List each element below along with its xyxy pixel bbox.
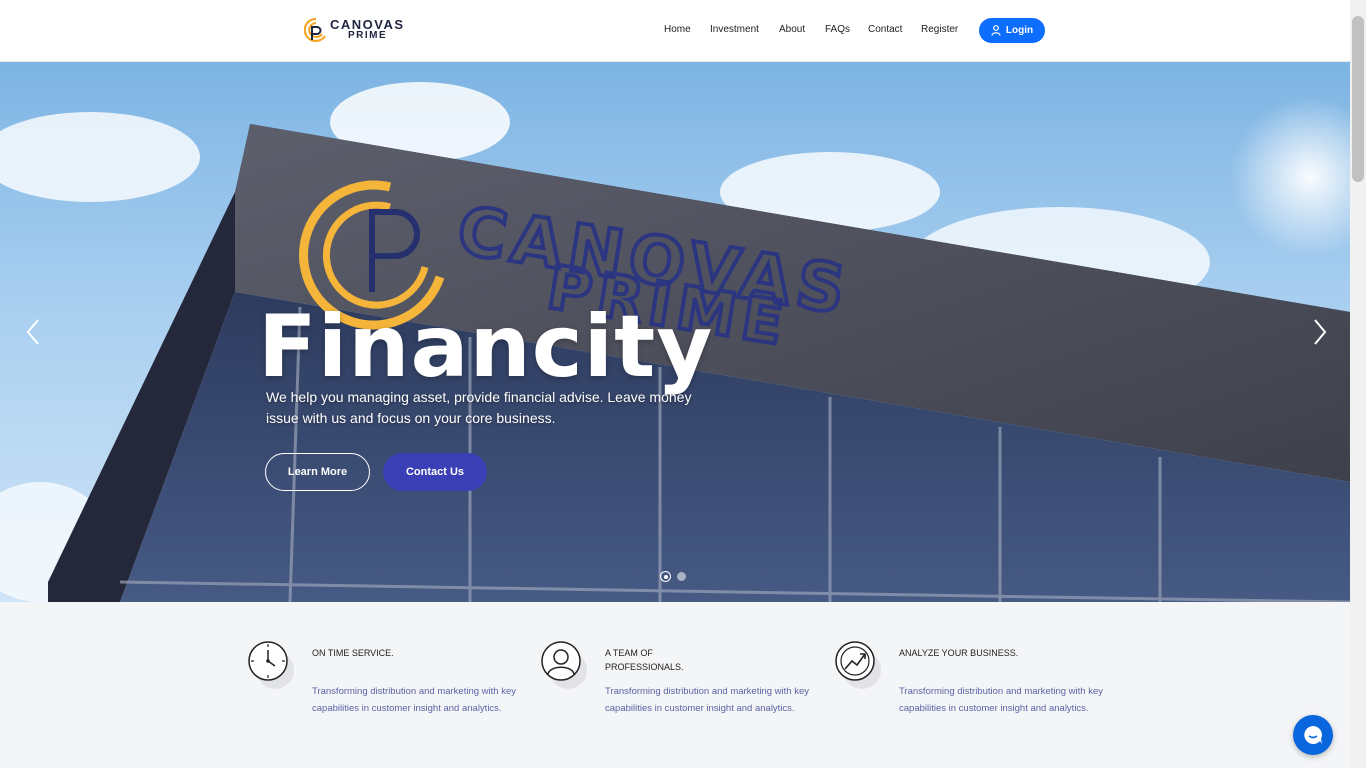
hero-title: Financity: [258, 297, 714, 397]
feature-text: Transforming distribution and marketing …: [605, 686, 809, 714]
nav-about[interactable]: About: [779, 24, 805, 35]
nav-contact[interactable]: Contact: [868, 24, 902, 35]
feature-title: A TEAM OF PROFESSIONALS.: [605, 648, 684, 672]
slide-dot-2[interactable]: [677, 572, 686, 581]
nav-investment[interactable]: Investment: [710, 24, 759, 35]
hero-subtitle: We help you managing asset, provide fina…: [266, 389, 692, 426]
slide-dot-1[interactable]: [660, 571, 671, 582]
contact-us-button[interactable]: Contact Us: [383, 453, 487, 491]
nav-faqs[interactable]: FAQs: [825, 24, 850, 35]
site-header: CANOVAS PRIME Home Investment About FAQs…: [0, 0, 1350, 62]
page-scrollbar[interactable]: [1350, 0, 1366, 768]
chat-widget-button[interactable]: [1293, 715, 1333, 755]
nav-home[interactable]: Home: [664, 24, 691, 35]
slider-prev-arrow-icon[interactable]: [22, 318, 46, 346]
slider-next-arrow-icon[interactable]: [1307, 318, 1331, 346]
login-label: Login: [1005, 25, 1034, 36]
feature-title: ON TIME SERVICE.: [312, 648, 394, 658]
login-button[interactable]: Login: [979, 18, 1045, 43]
scrollbar-thumb[interactable]: [1352, 16, 1364, 182]
feature-text: Transforming distribution and marketing …: [312, 686, 516, 714]
brand-logo[interactable]: CANOVAS PRIME: [304, 16, 428, 46]
user-icon: [991, 25, 1001, 36]
clock-icon: [248, 641, 294, 689]
feature-title: ANALYZE YOUR BUSINESS.: [899, 648, 1019, 658]
chart-icon: [835, 641, 881, 689]
hero-slider: CANOVAS PRIME Financity We help you mana…: [0, 62, 1350, 602]
logo-mark-icon: [304, 17, 326, 43]
brand-name-line2: PRIME: [348, 30, 388, 41]
nav-register[interactable]: Register: [921, 24, 958, 35]
chat-bubble-icon: [1304, 726, 1322, 744]
feature-text: Transforming distribution and marketing …: [899, 686, 1103, 714]
learn-more-button[interactable]: Learn More: [265, 453, 370, 491]
user-icon: [541, 641, 587, 689]
slider-pagination: [660, 571, 686, 582]
